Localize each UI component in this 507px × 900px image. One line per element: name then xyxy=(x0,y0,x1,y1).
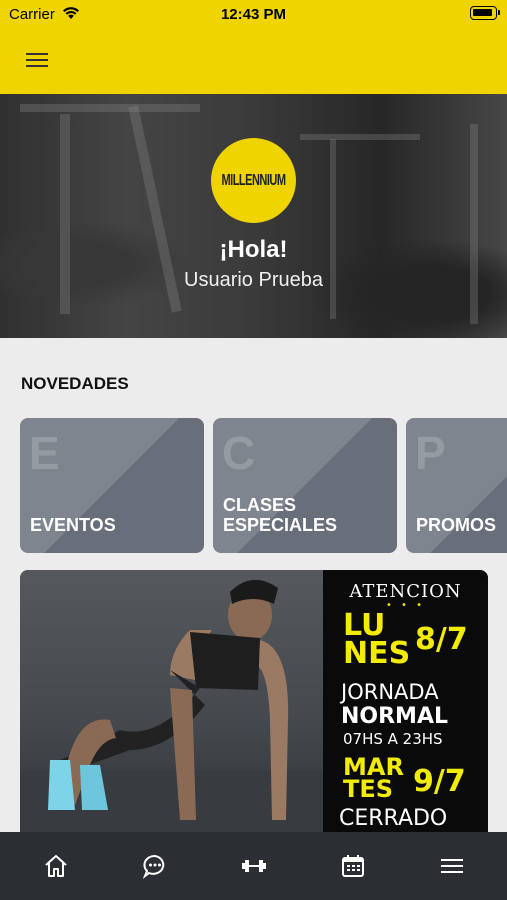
announcement-banner[interactable]: ATENCION • • • LU NES 8/7 JORNADA NORMAL… xyxy=(20,570,488,832)
dumbbell-icon xyxy=(241,860,266,872)
card-promos[interactable]: P PROMOS xyxy=(406,418,507,553)
tab-home[interactable] xyxy=(5,832,106,900)
greeting: ¡Hola! xyxy=(219,236,288,263)
tab-calendar[interactable] xyxy=(302,832,403,900)
section-title-novedades: NOVEDADES xyxy=(21,374,129,393)
card-label: CLASES ESPECIALES xyxy=(223,495,338,535)
card-label: PROMOS xyxy=(416,515,497,535)
poster-heading: ATENCION xyxy=(349,581,462,602)
card-letter: C xyxy=(222,427,256,479)
poster-day-monday: LU NES xyxy=(343,608,411,671)
tab-menu[interactable] xyxy=(401,832,502,900)
woman-pushup-image xyxy=(48,579,289,820)
card-letter: E xyxy=(29,427,60,479)
poster-date-tuesday: 9/7 xyxy=(413,764,466,799)
poster-date-monday: 8/7 xyxy=(415,622,468,657)
battery-icon xyxy=(470,6,500,20)
poster-line-jornada: JORNADA xyxy=(341,680,439,704)
card-eventos[interactable]: E EVENTOS xyxy=(20,418,204,553)
logo-text: MILLENNIUM xyxy=(221,172,286,189)
bottom-tab-bar xyxy=(0,832,507,900)
user-name: Usuario Prueba xyxy=(184,269,323,291)
tab-chat[interactable] xyxy=(104,832,205,900)
gym-logo: MILLENNIUM xyxy=(211,138,296,223)
poster-line-normal: NORMAL xyxy=(341,704,448,729)
poster-line-cerrado: CERRADO xyxy=(339,806,448,831)
home-icon xyxy=(44,855,67,877)
card-clases-especiales[interactable]: C CLASES ESPECIALES xyxy=(213,418,397,553)
card-label: EVENTOS xyxy=(30,515,116,535)
poster-line-hours: 07HS A 23HS xyxy=(343,730,443,748)
card-letter: P xyxy=(415,427,446,479)
status-bar: Carrier 12:43 PM xyxy=(0,0,507,30)
schedule-poster: ATENCION • • • LU NES 8/7 JORNADA NORMAL… xyxy=(323,570,488,832)
chat-icon xyxy=(142,855,164,879)
hamburger-menu-icon[interactable] xyxy=(26,52,48,68)
poster-day-tuesday: MAR TES xyxy=(343,753,404,803)
clock: 12:43 PM xyxy=(220,6,287,23)
calendar-icon xyxy=(341,855,364,877)
news-carousel[interactable]: E EVENTOS C CLASES ESPECIALES P PROMOS xyxy=(20,418,507,554)
menu-icon xyxy=(440,859,463,873)
app-header: Carrier 12:43 PM xyxy=(0,0,507,94)
tab-workout[interactable] xyxy=(203,832,304,900)
